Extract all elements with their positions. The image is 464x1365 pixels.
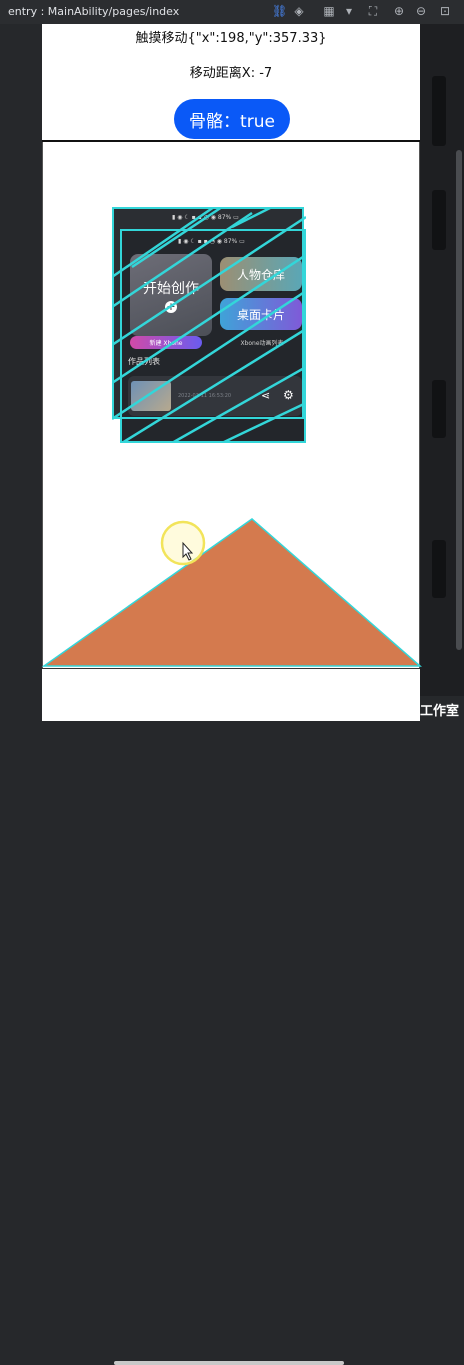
app-screenshot-card[interactable]: ▮ ◉ ☾ ▪ ▪ ◔ ◉ 87% ▭ ▮ ◉ ☾ ▪ ▪ ◔ ◉ 87% ▭ … bbox=[112, 207, 306, 443]
zoom-in-icon[interactable]: ⊕ bbox=[392, 4, 406, 18]
horizontal-scrollbar[interactable] bbox=[114, 1361, 344, 1365]
frame-icon[interactable]: ⛶ bbox=[366, 4, 380, 18]
layers-icon[interactable]: ◈ bbox=[292, 4, 306, 18]
phone-header: 触摸移动{"x":198,"y":357.33} 移动距离X: -7 骨骼：tr… bbox=[42, 24, 420, 140]
side-tab[interactable] bbox=[432, 540, 446, 598]
skeleton-toggle-button[interactable]: 骨骼：true bbox=[174, 99, 290, 139]
module-path: entry : MainAbility/pages/index bbox=[8, 5, 180, 18]
zoom-out-icon[interactable]: ⊖ bbox=[414, 4, 428, 18]
skeleton-overlay-lines bbox=[112, 207, 306, 443]
watermark-text: 工作室 bbox=[420, 704, 460, 719]
vertical-scrollbar[interactable] bbox=[456, 150, 462, 650]
phone-footer bbox=[42, 668, 420, 1365]
dropdown-icon[interactable]: ▾ bbox=[342, 4, 356, 18]
fit-icon[interactable]: ⊡ bbox=[438, 4, 452, 18]
grid-icon[interactable]: ▦ bbox=[322, 4, 336, 18]
side-tab[interactable] bbox=[432, 190, 446, 250]
ide-title-bar: entry : MainAbility/pages/index ⛓ ◈ ▦ ▾ … bbox=[0, 0, 464, 24]
touch-move-text: 触摸移动{"x":198,"y":357.33} bbox=[135, 31, 327, 46]
move-distance-text: 移动距离X: -7 bbox=[189, 66, 273, 81]
side-tab[interactable] bbox=[432, 76, 446, 146]
link-icon[interactable]: ⛓ bbox=[272, 4, 287, 18]
side-tab[interactable] bbox=[432, 380, 446, 438]
